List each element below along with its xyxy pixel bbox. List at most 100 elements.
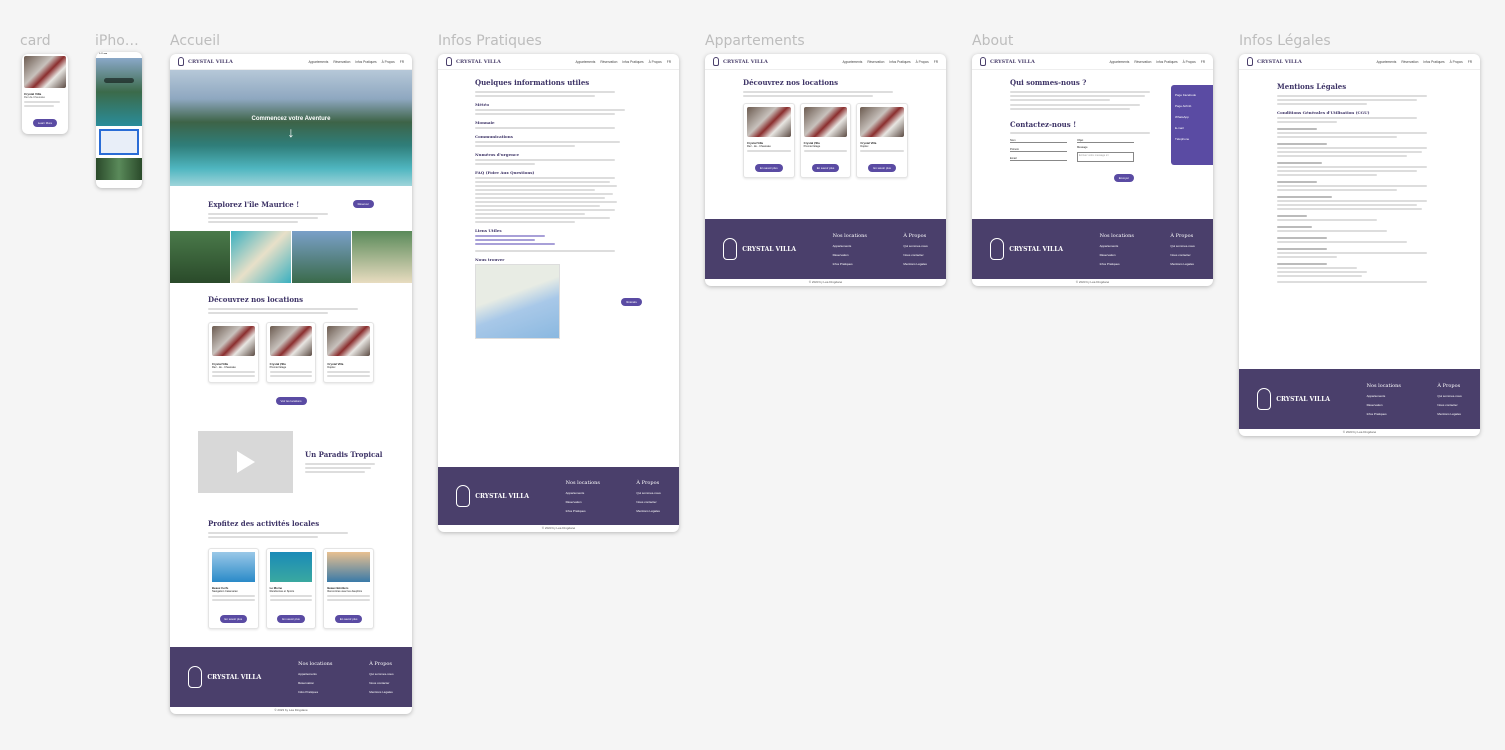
footer-link[interactable]: Appartements (298, 672, 332, 676)
activity-more-button[interactable]: En savoir plus (219, 615, 248, 623)
email-link[interactable]: E-mail (1175, 126, 1209, 130)
card-more-button[interactable]: En savoir plus (868, 164, 896, 172)
itinerary-button[interactable]: Itinéraire (621, 297, 642, 306)
airbnb-link[interactable]: Page Airbnb (1175, 104, 1209, 108)
activity-card[interactable]: Le Morne Randonnée et Sports En savoir plu… (265, 548, 317, 629)
nav-appartements[interactable]: Appartements (1109, 60, 1129, 64)
social-sidebar: Page Facebook Page Airbnb WhatsApp E-mai… (1171, 85, 1213, 165)
nav-lang[interactable]: FR (1201, 60, 1205, 64)
footer-link[interactable]: Infos Pratiques (298, 690, 332, 694)
footer-link[interactable]: Réservation (1367, 403, 1401, 407)
message-label: Message (1077, 146, 1088, 149)
footer-link[interactable]: Qui sommes-nous (1437, 394, 1461, 398)
firstname-field[interactable]: Prénom (1010, 148, 1067, 152)
card-frame[interactable]: Crystal Villa Rez-de-Chaussée Learn More (22, 54, 68, 134)
footer-link[interactable]: Nous contacter (1170, 253, 1194, 257)
footer-heading: Nos locations (1099, 232, 1134, 239)
footer-link[interactable]: Réservation (1100, 253, 1134, 257)
location-card[interactable]: Crystal Villa Rez - de - Chaussée En savoi… (743, 103, 795, 178)
palm-logo-icon (990, 238, 1005, 260)
nav-apropos[interactable]: À Propos (1183, 60, 1196, 64)
location-card[interactable]: Crystal Villa Premier Étage En savoir plus (799, 103, 852, 178)
nav-appartements[interactable]: Appartements (308, 60, 328, 64)
nav-reservation[interactable]: Réservation (1134, 60, 1151, 64)
see-locations-button[interactable]: Voir les locations (275, 397, 307, 405)
footer-link[interactable]: Réservation (566, 500, 600, 504)
footer-link[interactable]: Réservation (833, 253, 867, 257)
footer-link[interactable]: Appartements (1367, 394, 1401, 398)
footer-link[interactable]: Réservation (298, 681, 332, 685)
nav-lang[interactable]: FR (1468, 60, 1472, 64)
video-player[interactable] (198, 431, 293, 493)
palm-logo-icon (446, 57, 452, 66)
activity-card[interactable]: Beaux Cerfs Navigation Catamaran En savoir… (208, 548, 259, 629)
nav-apropos[interactable]: À Propos (649, 60, 662, 64)
brand-name: CRYSTAL VILLA (456, 58, 501, 65)
nav-apropos[interactable]: À Propos (1450, 60, 1463, 64)
footer-heading: Nos locations (1366, 382, 1401, 389)
phone-link[interactable]: Téléphone (1175, 137, 1209, 141)
map[interactable] (475, 264, 560, 339)
footer-link[interactable]: Mentions Légales (903, 262, 927, 266)
nav-lang[interactable]: FR (667, 60, 671, 64)
nav-reservation[interactable]: Réservation (867, 60, 884, 64)
footer-link[interactable]: Appartements (833, 244, 867, 248)
activity-more-button[interactable]: En savoir plus (277, 615, 305, 623)
activity-card[interactable]: Beaux Bénitiers Rencontres avec les dauph… (323, 548, 375, 629)
nav-appartements[interactable]: Appartements (575, 60, 595, 64)
footer-link[interactable]: Appartements (566, 491, 600, 495)
footer-link[interactable]: Mentions Légales (636, 509, 660, 513)
nav-apropos[interactable]: À Propos (916, 60, 929, 64)
location-card[interactable]: Crystal Villa Duplex En savoir plus (856, 103, 909, 178)
nav-infos[interactable]: Infos Pratiques (1156, 60, 1177, 64)
footer-link[interactable]: Infos Pratiques (1100, 262, 1134, 266)
location-card[interactable]: Crystal Villa Duplex (323, 322, 375, 383)
nav-apropos[interactable]: À Propos (382, 60, 395, 64)
nav-reservation[interactable]: Réservation (1401, 60, 1418, 64)
footer-link[interactable]: Mentions Légales (369, 690, 393, 694)
nav-infos[interactable]: Infos Pratiques (355, 60, 376, 64)
footer-link[interactable]: Nous contacter (636, 500, 660, 504)
message-textarea[interactable]: Ecrivez votre message ici (1077, 152, 1134, 162)
footer-link[interactable]: Qui sommes-nous (636, 491, 660, 495)
footer-link[interactable]: Infos Pratiques (833, 262, 867, 266)
nav-lang[interactable]: FR (400, 60, 404, 64)
nav-appartements[interactable]: Appartements (1376, 60, 1396, 64)
footer-link[interactable]: Qui sommes-nous (903, 244, 927, 248)
nav-lang[interactable]: FR (934, 60, 938, 64)
nav-reservation[interactable]: Réservation (600, 60, 617, 64)
footer-link[interactable]: Qui sommes-nous (369, 672, 393, 676)
footer-link[interactable]: Nous contacter (1437, 403, 1461, 407)
frame-title-appartements: Appartements (705, 33, 805, 49)
send-button[interactable]: Envoyer (1113, 174, 1134, 182)
footer-link[interactable]: Nous contacter (369, 681, 393, 685)
palm-logo-icon (1247, 57, 1253, 66)
brand[interactable]: CRYSTAL VILLA (178, 57, 233, 66)
nav-infos[interactable]: Infos Pratiques (622, 60, 643, 64)
play-icon[interactable] (236, 451, 255, 473)
footer-link[interactable]: Nous contacter (903, 253, 927, 257)
learn-more-button[interactable]: Learn More (32, 119, 58, 127)
nav-infos[interactable]: Infos Pratiques (1423, 60, 1444, 64)
email-field[interactable]: Email (1010, 157, 1067, 161)
subject-field[interactable]: Objet (1077, 139, 1134, 143)
footer-link[interactable]: Mentions Légales (1170, 262, 1194, 266)
footer-link[interactable]: Infos Pratiques (1367, 412, 1401, 416)
lastname-field[interactable]: Nom (1010, 139, 1067, 143)
location-card[interactable]: Crystal Villa Premier Étage (265, 322, 317, 383)
footer-link[interactable]: Appartements (1100, 244, 1134, 248)
footer-link[interactable]: Qui sommes-nous (1170, 244, 1194, 248)
reserve-button[interactable]: Réserver (352, 200, 374, 208)
card-more-button[interactable]: En savoir plus (755, 164, 783, 172)
facebook-link[interactable]: Page Facebook (1175, 93, 1209, 97)
location-card[interactable]: Crystal Villa Rez - de - Chaussée (208, 322, 259, 383)
card-more-button[interactable]: En savoir plus (811, 164, 840, 172)
activity-more-button[interactable]: En savoir plus (334, 615, 363, 623)
whatsapp-link[interactable]: WhatsApp (1175, 115, 1209, 119)
nav-infos[interactable]: Infos Pratiques (889, 60, 910, 64)
footer-link[interactable]: Infos Pratiques (566, 509, 600, 513)
arrow-down-icon[interactable]: ↓ (288, 124, 295, 140)
nav-reservation[interactable]: Réservation (333, 60, 350, 64)
footer-link[interactable]: Mentions Légales (1437, 412, 1461, 416)
nav-appartements[interactable]: Appartements (842, 60, 862, 64)
